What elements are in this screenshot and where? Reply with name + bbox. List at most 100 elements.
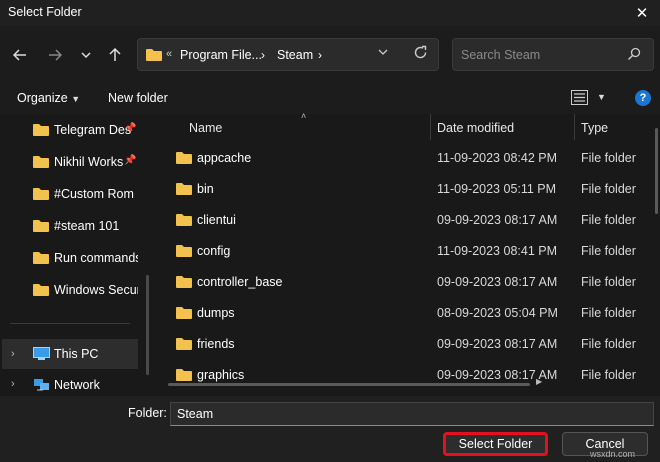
folder-icon	[176, 275, 192, 291]
sidebar-item-nikhil-works[interactable]: Nikhil Works 📌	[0, 148, 150, 176]
pin-icon: 📌	[124, 123, 137, 134]
vertical-scrollbar[interactable]	[655, 128, 658, 214]
table-row[interactable]: dumps 08-09-2023 05:04 PM File folder	[166, 298, 652, 329]
view-options-icon[interactable]	[571, 90, 588, 108]
folder-name-input[interactable]	[170, 402, 654, 426]
column-header-name[interactable]: Name	[189, 121, 222, 135]
search-placeholder[interactable]: Search Steam	[461, 48, 540, 62]
folder-icon	[176, 244, 192, 260]
search-box[interactable]: Search Steam	[452, 38, 654, 71]
search-icon[interactable]	[627, 47, 641, 64]
table-row[interactable]: friends 09-09-2023 08:17 AM File folder	[166, 329, 652, 360]
file-type: File folder	[581, 337, 636, 351]
command-bar	[0, 84, 660, 114]
sidebar-item-label: Network	[54, 378, 100, 392]
sidebar-item-telegram-desktop[interactable]: Telegram Des 📌	[0, 116, 150, 144]
window-title: Select Folder	[8, 5, 82, 19]
sidebar-item-label: #Custom Rom	[54, 187, 134, 201]
sidebar-item-run-commands[interactable]: Run commands	[0, 244, 150, 272]
organize-label: Organize	[17, 91, 68, 105]
folder-icon	[33, 187, 49, 203]
folder-icon	[176, 213, 192, 229]
sidebar-scrollbar[interactable]	[146, 275, 149, 375]
file-date-modified: 11-09-2023 05:11 PM	[437, 182, 557, 196]
file-name: clientui	[197, 213, 236, 227]
sidebar-item-steam-101[interactable]: #steam 101	[0, 212, 150, 240]
sidebar-item-label: #steam 101	[54, 219, 120, 233]
column-header-type[interactable]: Type	[581, 121, 608, 135]
sidebar-item-label: Run commands	[54, 251, 138, 265]
select-folder-button[interactable]: Select Folder	[443, 432, 548, 456]
folder-icon	[33, 283, 49, 299]
file-name: graphics	[197, 368, 245, 382]
recent-locations-chevron-icon[interactable]	[75, 44, 97, 66]
folder-icon	[176, 368, 192, 384]
computer-icon	[33, 347, 50, 364]
file-type: File folder	[581, 213, 636, 227]
overflow-chevron-icon[interactable]: «	[166, 48, 172, 60]
breadcrumb-program-files[interactable]: Program File...	[180, 48, 262, 62]
close-icon[interactable]: ✕	[624, 0, 660, 26]
sidebar-item-this-pc[interactable]: › This PC	[2, 339, 138, 369]
sidebar-item-network[interactable]: › Network	[2, 371, 138, 397]
folder-icon	[33, 155, 49, 171]
file-type: File folder	[581, 151, 636, 165]
column-divider[interactable]	[430, 114, 431, 140]
breadcrumb-separator-icon[interactable]: ›	[261, 48, 265, 62]
sidebar-item-windows-security[interactable]: Windows Securi	[0, 276, 150, 304]
sidebar-item-custom-rom[interactable]: #Custom Rom	[0, 180, 150, 208]
file-name: config	[197, 244, 231, 258]
folder-icon	[33, 123, 49, 139]
file-date-modified: 08-09-2023 05:04 PM	[437, 306, 558, 320]
file-type: File folder	[581, 368, 636, 382]
address-dropdown-icon[interactable]	[378, 48, 388, 59]
organize-dropdown-icon: ▼	[71, 94, 81, 104]
address-bar[interactable]: « Program File... › Steam ›	[137, 38, 439, 71]
file-date-modified: 09-09-2023 08:17 AM	[437, 275, 558, 289]
folder-icon	[146, 48, 162, 64]
help-icon[interactable]: ?	[635, 90, 651, 106]
file-name: friends	[197, 337, 235, 351]
file-date-modified: 09-09-2023 08:17 AM	[437, 213, 558, 227]
file-name: appcache	[197, 151, 252, 165]
network-icon	[33, 378, 50, 395]
new-folder-button[interactable]: New folder	[108, 91, 168, 105]
sort-ascending-icon: ˄	[301, 111, 307, 121]
expand-chevron-icon[interactable]: ›	[11, 378, 15, 390]
file-type: File folder	[581, 275, 636, 289]
forward-arrow-icon[interactable]	[44, 44, 66, 66]
breadcrumb-separator-icon[interactable]: ›	[318, 48, 322, 62]
file-name: controller_base	[197, 275, 283, 289]
folder-icon	[176, 182, 192, 198]
table-row[interactable]: appcache 11-09-2023 08:42 PM File folder	[166, 143, 652, 174]
table-row[interactable]: config 11-09-2023 08:41 PM File folder	[166, 236, 652, 267]
file-date-modified: 11-09-2023 08:41 PM	[437, 244, 557, 258]
back-arrow-icon[interactable]	[9, 44, 31, 66]
folder-icon	[176, 306, 192, 322]
table-row[interactable]: bin 11-09-2023 05:11 PM File folder	[166, 174, 652, 205]
pin-icon: 📌	[124, 155, 137, 166]
view-dropdown-icon[interactable]: ▼	[597, 92, 606, 102]
column-divider[interactable]	[574, 114, 575, 140]
expand-chevron-icon[interactable]: ›	[11, 348, 15, 360]
table-row[interactable]: clientui 09-09-2023 08:17 AM File folder	[166, 205, 652, 236]
organize-button[interactable]: Organize ▼	[17, 91, 80, 105]
column-header-date-modified[interactable]: Date modified	[437, 121, 514, 135]
file-type: File folder	[581, 244, 636, 258]
refresh-icon[interactable]	[413, 45, 428, 64]
title-bar: Select Folder ✕	[0, 0, 660, 26]
file-type: File folder	[581, 306, 636, 320]
file-type: File folder	[581, 182, 636, 196]
folder-icon	[33, 219, 49, 235]
horizontal-scrollbar[interactable]	[168, 383, 530, 386]
folder-icon	[176, 337, 192, 353]
file-name: dumps	[197, 306, 235, 320]
sidebar-divider	[10, 323, 130, 324]
scroll-right-icon[interactable]: ▶	[536, 377, 542, 386]
table-row[interactable]: controller_base 09-09-2023 08:17 AM File f…	[166, 267, 652, 298]
up-arrow-icon[interactable]	[104, 44, 126, 66]
breadcrumb-steam[interactable]: Steam	[277, 48, 313, 62]
watermark: wsxdn.com	[590, 449, 636, 459]
folder-icon	[33, 251, 49, 267]
sidebar-item-label: Windows Securi	[54, 283, 138, 297]
